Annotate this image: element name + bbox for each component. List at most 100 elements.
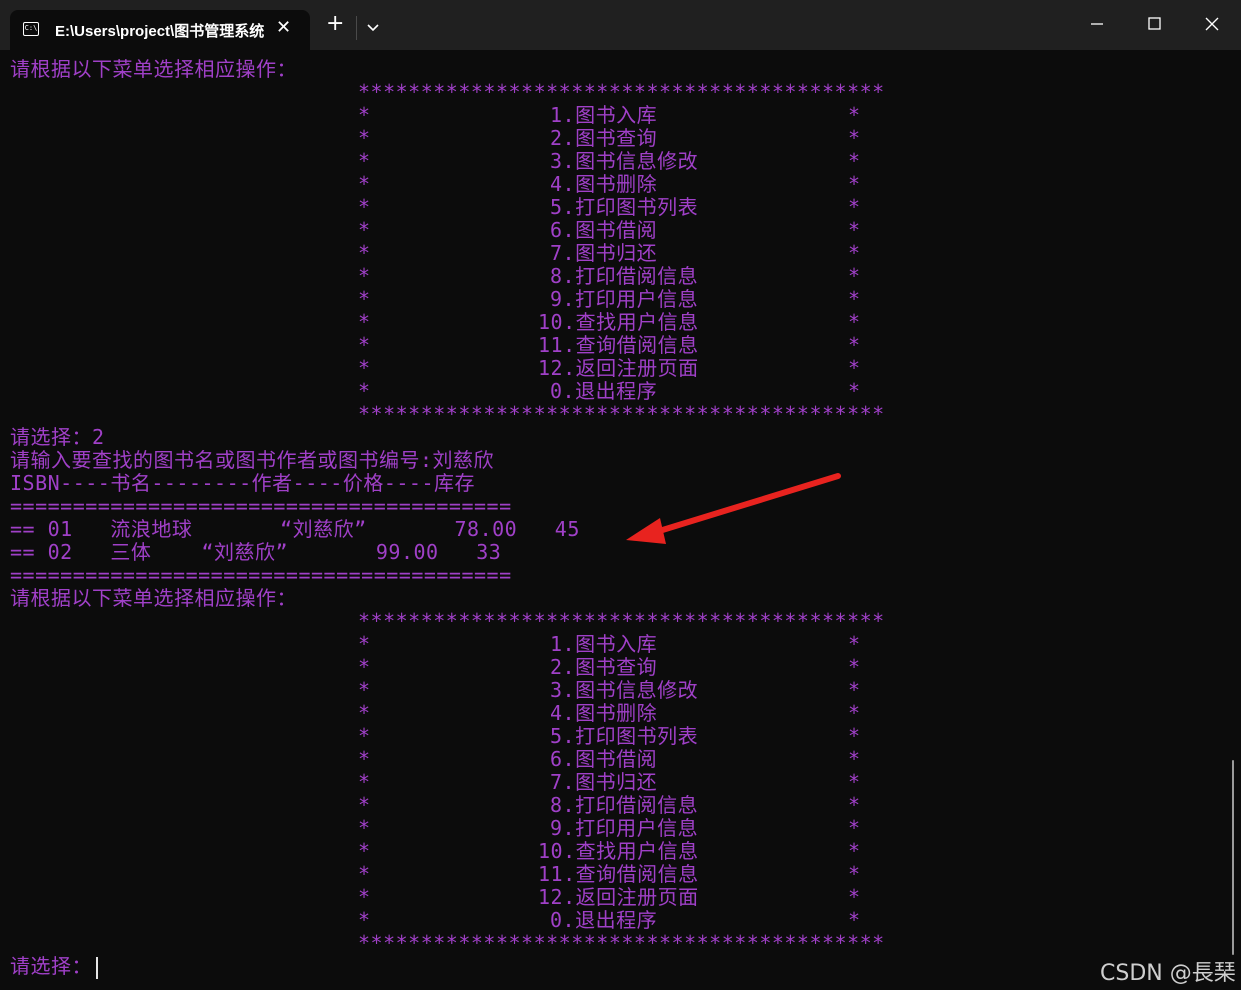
star: * [848,241,861,265]
maximize-icon [1148,17,1161,30]
star: * [358,632,371,656]
menu-item-label: 11.查询借阅信息 [538,862,699,886]
close-tab-button[interactable]: ✕ [276,17,291,38]
menu-border-top: ****************************************… [10,610,1225,633]
menu-item: * 3.图书信息修改 * [10,679,1225,702]
star: * [358,241,371,265]
star: * [848,287,861,311]
menu-item-label: 11.查询借阅信息 [538,333,699,357]
menu-item-label: 2.图书查询 [550,655,658,679]
star: * [358,862,371,886]
menu-item: * 10.查找用户信息 * [10,840,1225,863]
star: * [358,793,371,817]
star: * [848,379,861,403]
new-tab-button[interactable]: + [326,13,344,35]
star: * [848,655,861,679]
result-row: == 01 流浪地球 “刘慈欣” 78.00 45 [10,517,580,541]
menu-item: * 7.图书归还 * [10,242,1225,265]
menu-item: * 5.打印图书列表 * [10,725,1225,748]
search-prompt: 请输入要查找的图书名或图书作者或图书编号:刘慈欣 [10,448,495,472]
menu-item: * 12.返回注册页面 * [10,886,1225,909]
terminal-tab[interactable]: C:\ E:\Users\project\图书管理系统 ✕ [10,10,310,50]
choice-line: 请选择：2 [10,425,105,449]
star: * [848,172,861,196]
maximize-button[interactable] [1137,10,1171,40]
star: * [358,264,371,288]
star: * [848,103,861,127]
terminal-output[interactable]: 请根据以下菜单选择相应操作： *************************… [10,58,1225,988]
star: * [848,632,861,656]
star: * [358,103,371,127]
tab-separator [356,16,357,40]
star: * [848,126,861,150]
menu-item: * 0.退出程序 * [10,380,1225,403]
menu-border-bottom: ****************************************… [10,932,1225,955]
input-prompt[interactable]: 请选择： [10,955,1225,979]
menu-border-bottom: ****************************************… [10,403,1225,426]
menu-item-label: 6.图书借阅 [550,218,658,242]
star: * [358,908,371,932]
menu-item: * 7.图书归还 * [10,771,1225,794]
menu-item-label: 3.图书信息修改 [550,149,699,173]
star: * [848,793,861,817]
scrollbar[interactable] [1232,760,1234,955]
menu-border-top: ****************************************… [10,81,1225,104]
terminal-icon: C:\ [23,22,39,36]
star: * [848,839,861,863]
title-bar: C:\ E:\Users\project\图书管理系统 ✕ + [0,0,1241,50]
star: * [358,310,371,334]
star: * [358,816,371,840]
star-border: ****************************************… [358,80,885,104]
close-window-button[interactable] [1195,10,1229,40]
menu-item-label: 10.查找用户信息 [538,839,699,863]
menu-item: * 3.图书信息修改 * [10,150,1225,173]
star: * [358,287,371,311]
menu-item-label: 0.退出程序 [550,379,658,403]
star: * [358,678,371,702]
menu-item-label: 3.图书信息修改 [550,678,699,702]
star: * [358,839,371,863]
star: * [358,885,371,909]
menu-item: * 6.图书借阅 * [10,748,1225,771]
star: * [848,770,861,794]
star: * [848,310,861,334]
menu-item: * 9.打印用户信息 * [10,288,1225,311]
menu-item: * 4.图书删除 * [10,702,1225,725]
menu-item-label: 5.打印图书列表 [550,195,699,219]
menu-item-label: 4.图书删除 [550,172,658,196]
star: * [848,149,861,173]
star: * [358,379,371,403]
star: * [358,724,371,748]
minimize-button[interactable] [1080,10,1114,40]
star: * [848,218,861,242]
menu-item-label: 10.查找用户信息 [538,310,699,334]
arrow-head [626,518,666,544]
star-border: ****************************************… [358,402,885,426]
menu-item: * 6.图书借阅 * [10,219,1225,242]
close-icon [1205,17,1219,31]
menu-item-label: 1.图书入库 [550,632,658,656]
menu-item-label: 9.打印用户信息 [550,287,699,311]
result-row: == 02 三体 “刘慈欣” 99.00 33 [10,540,502,564]
menu-item-label: 7.图书归还 [550,241,658,265]
menu-item-label: 7.图书归还 [550,770,658,794]
minimize-icon [1091,23,1103,25]
star: * [848,264,861,288]
annotation-arrow [626,473,841,544]
star: * [358,195,371,219]
menu-item-label: 2.图书查询 [550,126,658,150]
tab-title: E:\Users\project\图书管理系统 [55,23,265,40]
menu-item-label: 8.打印借阅信息 [550,793,699,817]
menu-item: * 11.查询借阅信息 * [10,863,1225,886]
star: * [848,908,861,932]
menu-item-label: 1.图书入库 [550,103,658,127]
menu-item-label: 12.返回注册页面 [538,356,699,380]
tab-dropdown-button[interactable] [364,18,382,36]
menu-item: * 0.退出程序 * [10,909,1225,932]
star: * [848,701,861,725]
watermark: CSDN @長琹 [1100,961,1236,986]
result-divider: ======================================== [10,563,512,587]
menu-item-label: 9.打印用户信息 [550,816,699,840]
menu-item: * 12.返回注册页面 * [10,357,1225,380]
menu-item: * 5.打印图书列表 * [10,196,1225,219]
